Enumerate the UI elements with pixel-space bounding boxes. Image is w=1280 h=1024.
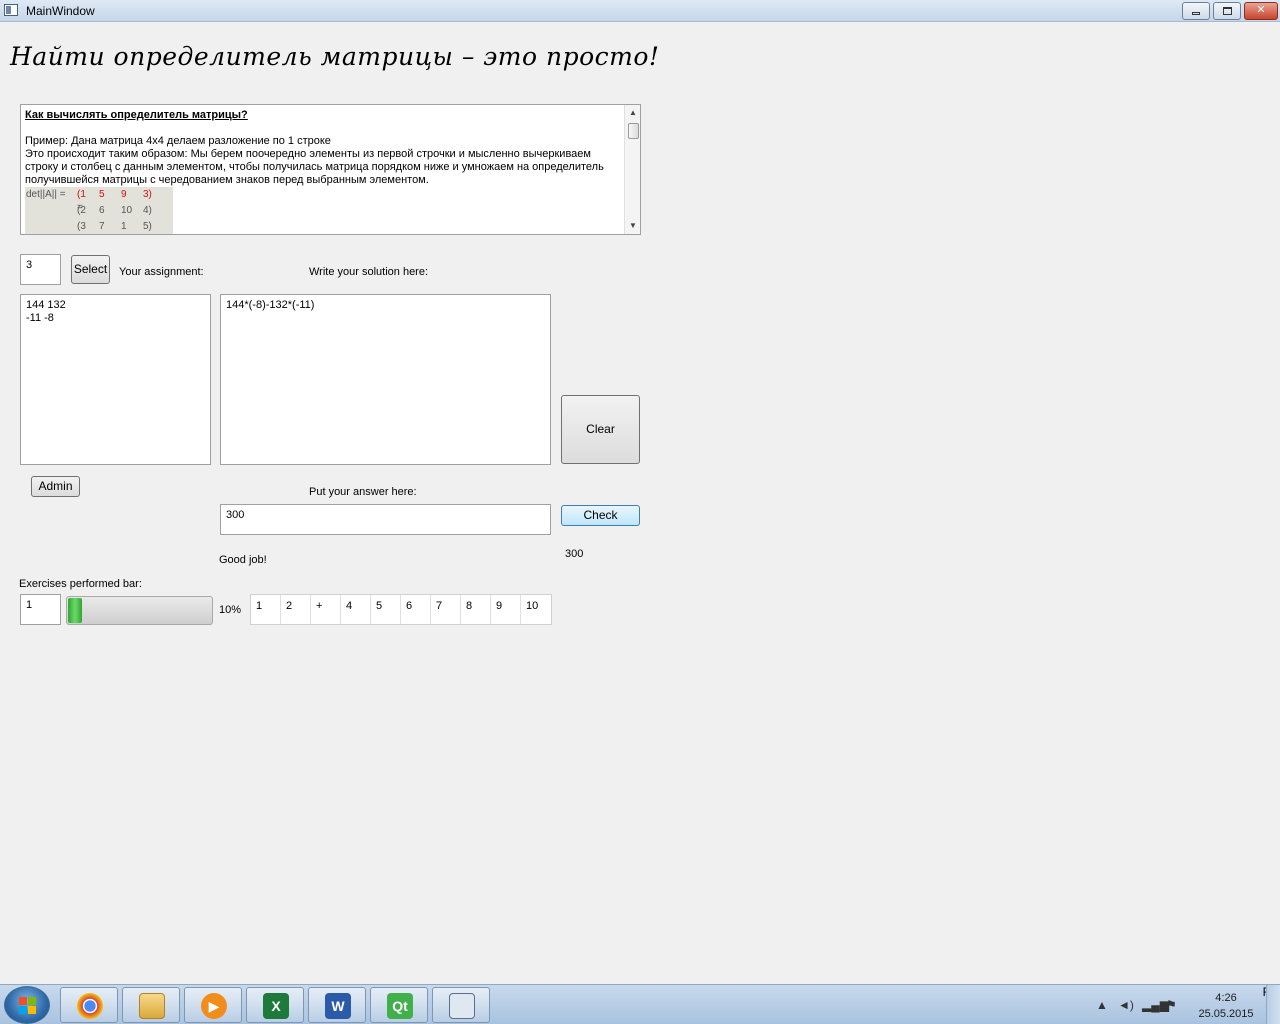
exercise-cell: 8 — [461, 595, 491, 624]
answer-input[interactable]: 300 — [220, 504, 551, 535]
exercise-cell: 4 — [341, 595, 371, 624]
taskbar-mainwindow[interactable] — [432, 987, 490, 1023]
help-content: Как вычислять определитель матрицы? Прим… — [25, 109, 621, 234]
app-window-icon — [4, 4, 18, 16]
taskbar-media-player[interactable]: ▶ — [184, 987, 242, 1023]
assignment-number-field[interactable]: 3 — [20, 254, 61, 285]
matrix-cell: 6 — [99, 205, 105, 216]
help-scrollbar[interactable]: ▲ ▼ — [624, 105, 640, 234]
matrix-cell: 9 — [121, 189, 127, 200]
show-desktop-button[interactable] — [1266, 985, 1280, 1024]
taskbar-chrome[interactable] — [60, 987, 118, 1023]
restore-icon — [1222, 7, 1232, 15]
close-button[interactable]: ✕ — [1244, 2, 1278, 20]
volume-icon[interactable]: ◄) — [1118, 998, 1134, 1012]
solution-input[interactable]: 144*(-8)-132*(-11) — [220, 294, 551, 465]
matrix-cell: 1 — [121, 221, 127, 232]
det-label: det||A|| = — [26, 189, 66, 200]
matrix-row: (2 6 10 4) — [77, 204, 167, 217]
maximize-button[interactable] — [1213, 2, 1241, 20]
result-value: 300 — [565, 548, 584, 560]
show-hidden-icons-icon[interactable]: ▲ — [1096, 998, 1108, 1012]
clock-date: 25.05.2015 — [1198, 1008, 1254, 1020]
taskbar-explorer[interactable] — [122, 987, 180, 1023]
result-message: Good job! — [219, 554, 267, 566]
taskbar-word[interactable]: W — [308, 987, 366, 1023]
start-button[interactable] — [4, 986, 50, 1024]
solution-label: Write your solution here: — [309, 266, 429, 278]
exercise-cell: 10 — [526, 600, 539, 612]
matrix-cell: (3 — [77, 221, 86, 232]
scroll-down-icon[interactable]: ▼ — [625, 218, 640, 234]
scroll-up-icon[interactable]: ▲ — [625, 105, 640, 121]
help-line: Пример: Дана матрица 4х4 делаем разложен… — [25, 135, 331, 147]
exercises-progress-bar — [66, 596, 213, 625]
explorer-icon — [139, 993, 165, 1019]
select-button[interactable]: Select — [71, 255, 110, 284]
exercise-cell: 9 — [491, 595, 521, 624]
word-icon: W — [325, 993, 351, 1019]
matrix-cell: 7 — [99, 221, 105, 232]
exercise-cell: 5 — [371, 595, 401, 624]
exercise-cell: 1 — [251, 595, 281, 624]
page-heading: Найти определитель матрицы – это просто! — [10, 42, 660, 71]
qt-creator-icon: Qt — [387, 993, 413, 1019]
minimize-button[interactable] — [1182, 2, 1210, 20]
matrix-cell: 3) — [143, 189, 152, 200]
matrix-cell: (1 — [77, 189, 86, 200]
window-title: MainWindow — [26, 4, 95, 18]
exercise-status-row: 1 2 +4 5 6 7 8 9 10 — [250, 594, 552, 625]
taskbar-excel[interactable]: X — [246, 987, 304, 1023]
exercise-cell: + — [311, 595, 341, 624]
help-title: Как вычислять определитель матрицы? — [25, 109, 248, 121]
exercise-cell: 6 — [401, 595, 431, 624]
assignment-matrix-box[interactable]: 144 132 -11 -8 — [20, 294, 211, 465]
action-center-flag-icon[interactable]: ⚑ — [1166, 998, 1177, 1012]
title-bar: MainWindow ✕ — [0, 0, 1280, 22]
check-button[interactable]: Check — [561, 505, 640, 526]
matrix-cell: (2 — [77, 205, 86, 216]
exercise-cell: 2 — [281, 595, 311, 624]
media-player-icon: ▶ — [201, 993, 227, 1019]
progress-fill — [68, 598, 82, 623]
help-text-area[interactable]: Как вычислять определитель матрицы? Прим… — [20, 104, 641, 235]
minimize-icon — [1192, 12, 1200, 15]
scroll-thumb[interactable] — [628, 123, 639, 139]
admin-button[interactable]: Admin — [31, 476, 80, 497]
clock-time: 4:26 — [1215, 992, 1237, 1004]
progress-percent: 10% — [219, 604, 242, 616]
matrix-cell: 5 — [99, 189, 105, 200]
exercises-count-field[interactable]: 1 — [20, 594, 61, 625]
windows-logo-icon — [19, 997, 37, 1015]
system-clock[interactable]: 4:26 25.05.2015 — [1196, 990, 1256, 1022]
close-icon: ✕ — [1256, 4, 1266, 16]
matrix-cell: 5) — [143, 221, 152, 232]
help-line: Это происходит таким образом: Мы берем п… — [25, 148, 604, 186]
exercise-cell: 7 — [431, 595, 461, 624]
matrix-row: (3 7 1 5) — [77, 220, 167, 233]
chrome-icon — [77, 993, 103, 1019]
taskbar-qt-creator[interactable]: Qt — [370, 987, 428, 1023]
network-icon[interactable]: ▂▄▆ — [1142, 998, 1169, 1012]
matrix-cell: 10 — [121, 205, 133, 216]
clear-button[interactable]: Clear — [561, 395, 640, 464]
taskbar: ▶ X W Qt RU ▲ ◄) ▂▄▆ ⚑ 4:26 25.05.2015 — [0, 984, 1280, 1024]
answer-label: Put your answer here: — [309, 486, 417, 498]
assignment-line: -11 -8 — [26, 312, 54, 324]
excel-icon: X — [263, 993, 289, 1019]
progress-label: Exercises performed bar: — [19, 578, 142, 590]
matrix-example-image: det||A|| = (1 5 9 3)= (2 6 10 4) (3 7 1 5) — [25, 187, 173, 234]
matrix-cell: 4) — [143, 205, 152, 216]
mainwindow-app-icon — [449, 993, 475, 1019]
assignment-line: 144 132 — [26, 299, 66, 311]
assignment-label: Your assignment: — [119, 266, 204, 278]
